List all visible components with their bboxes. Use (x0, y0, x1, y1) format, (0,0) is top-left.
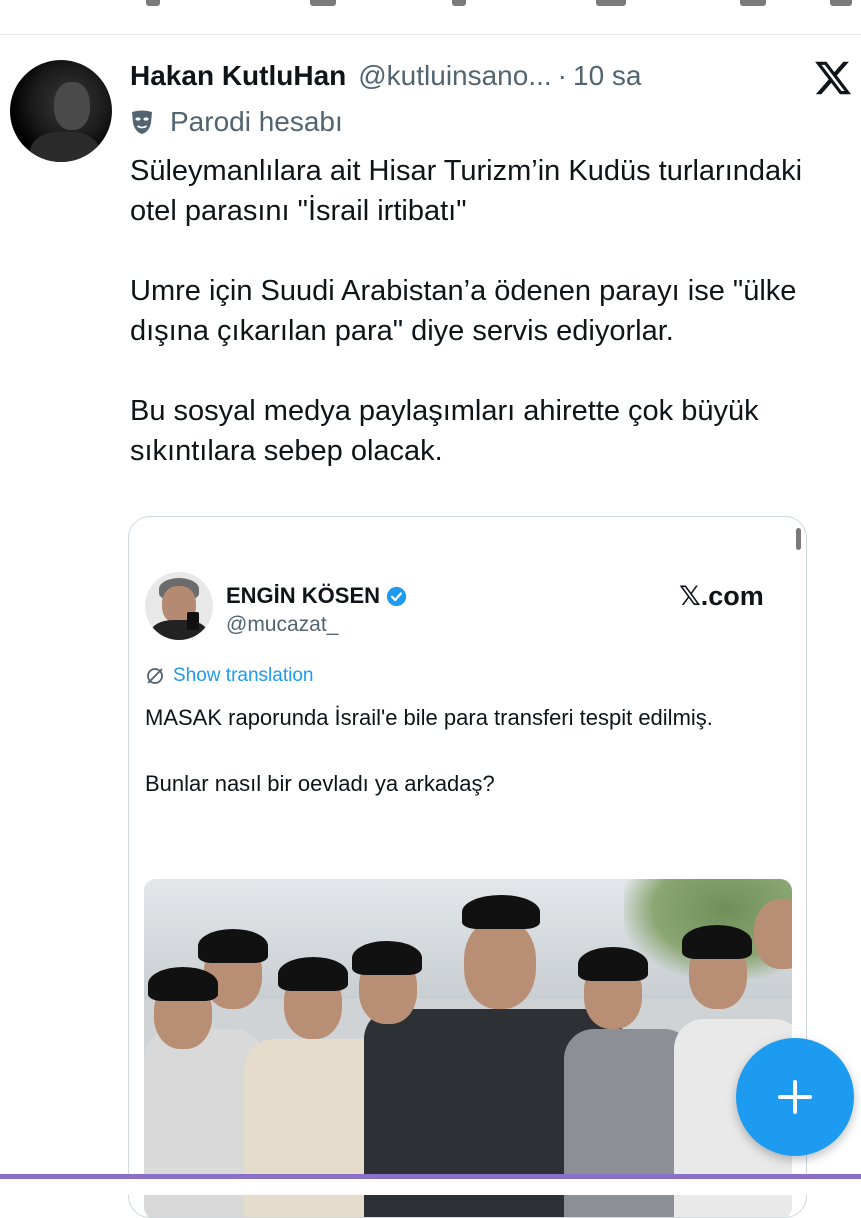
quoted-author-avatar[interactable] (145, 572, 213, 640)
tweet-header: Hakan KutluHan @kutluinsano... · 10 sa (130, 60, 642, 100)
header-separator: · (557, 60, 567, 91)
author-avatar[interactable] (10, 60, 112, 162)
show-translation-button[interactable]: Show translation (145, 665, 313, 687)
tweet-time[interactable]: 10 sa (573, 60, 642, 92)
quoted-author-name[interactable]: ENGİN KÖSEN (226, 583, 380, 609)
author-handle[interactable]: @kutluinsano... (358, 60, 551, 92)
quoted-tweet-card[interactable]: ENGİN KÖSEN @mucazat_ 𝕏.com Show transla… (128, 516, 807, 1218)
parody-label-text: Parodi hesabı (170, 106, 343, 137)
verified-badge-icon (386, 586, 407, 606)
quoted-paragraph: MASAK raporunda İsrail'e bile para trans… (145, 705, 713, 730)
quoted-author-handle[interactable]: @mucazat_ (226, 613, 338, 637)
author-name[interactable]: Hakan KutluHan (130, 60, 346, 92)
quoted-tweet-photo[interactable] (144, 879, 792, 1217)
globe-icon (147, 668, 163, 684)
tweet-paragraph: Süleymanlılara ait Hisar Turizm’in Kudüs… (130, 155, 803, 227)
quoted-paragraph: Bunlar nasıl bir oevladı ya arkadaş? (145, 771, 495, 796)
card-scrollbar[interactable] (796, 528, 801, 550)
tweet-body: Süleymanlılara ait Hisar Turizm’in Kudüs… (130, 151, 850, 471)
bottom-nav-area (0, 1179, 861, 1195)
show-translation-label[interactable]: Show translation (173, 665, 313, 687)
site-label: 𝕏.com (679, 581, 764, 611)
parody-label: Parodi hesabı (130, 104, 343, 140)
quoted-tweet-body: MASAK raporunda İsrail'e bile para trans… (145, 701, 785, 800)
plus-icon (778, 1080, 812, 1114)
parody-mask-icon (132, 110, 152, 134)
x-logo-icon[interactable] (813, 58, 853, 98)
top-action-bar-remnant (0, 0, 861, 12)
tweet-paragraph: Bu sosyal medya paylaşımları ahirette ço… (130, 395, 759, 467)
tweet-paragraph: Umre için Suudi Arabistan’a ödenen paray… (130, 275, 797, 347)
compose-tweet-button[interactable] (736, 1038, 854, 1156)
tweet-divider (0, 34, 861, 35)
quoted-author-row: ENGİN KÖSEN (226, 583, 407, 609)
